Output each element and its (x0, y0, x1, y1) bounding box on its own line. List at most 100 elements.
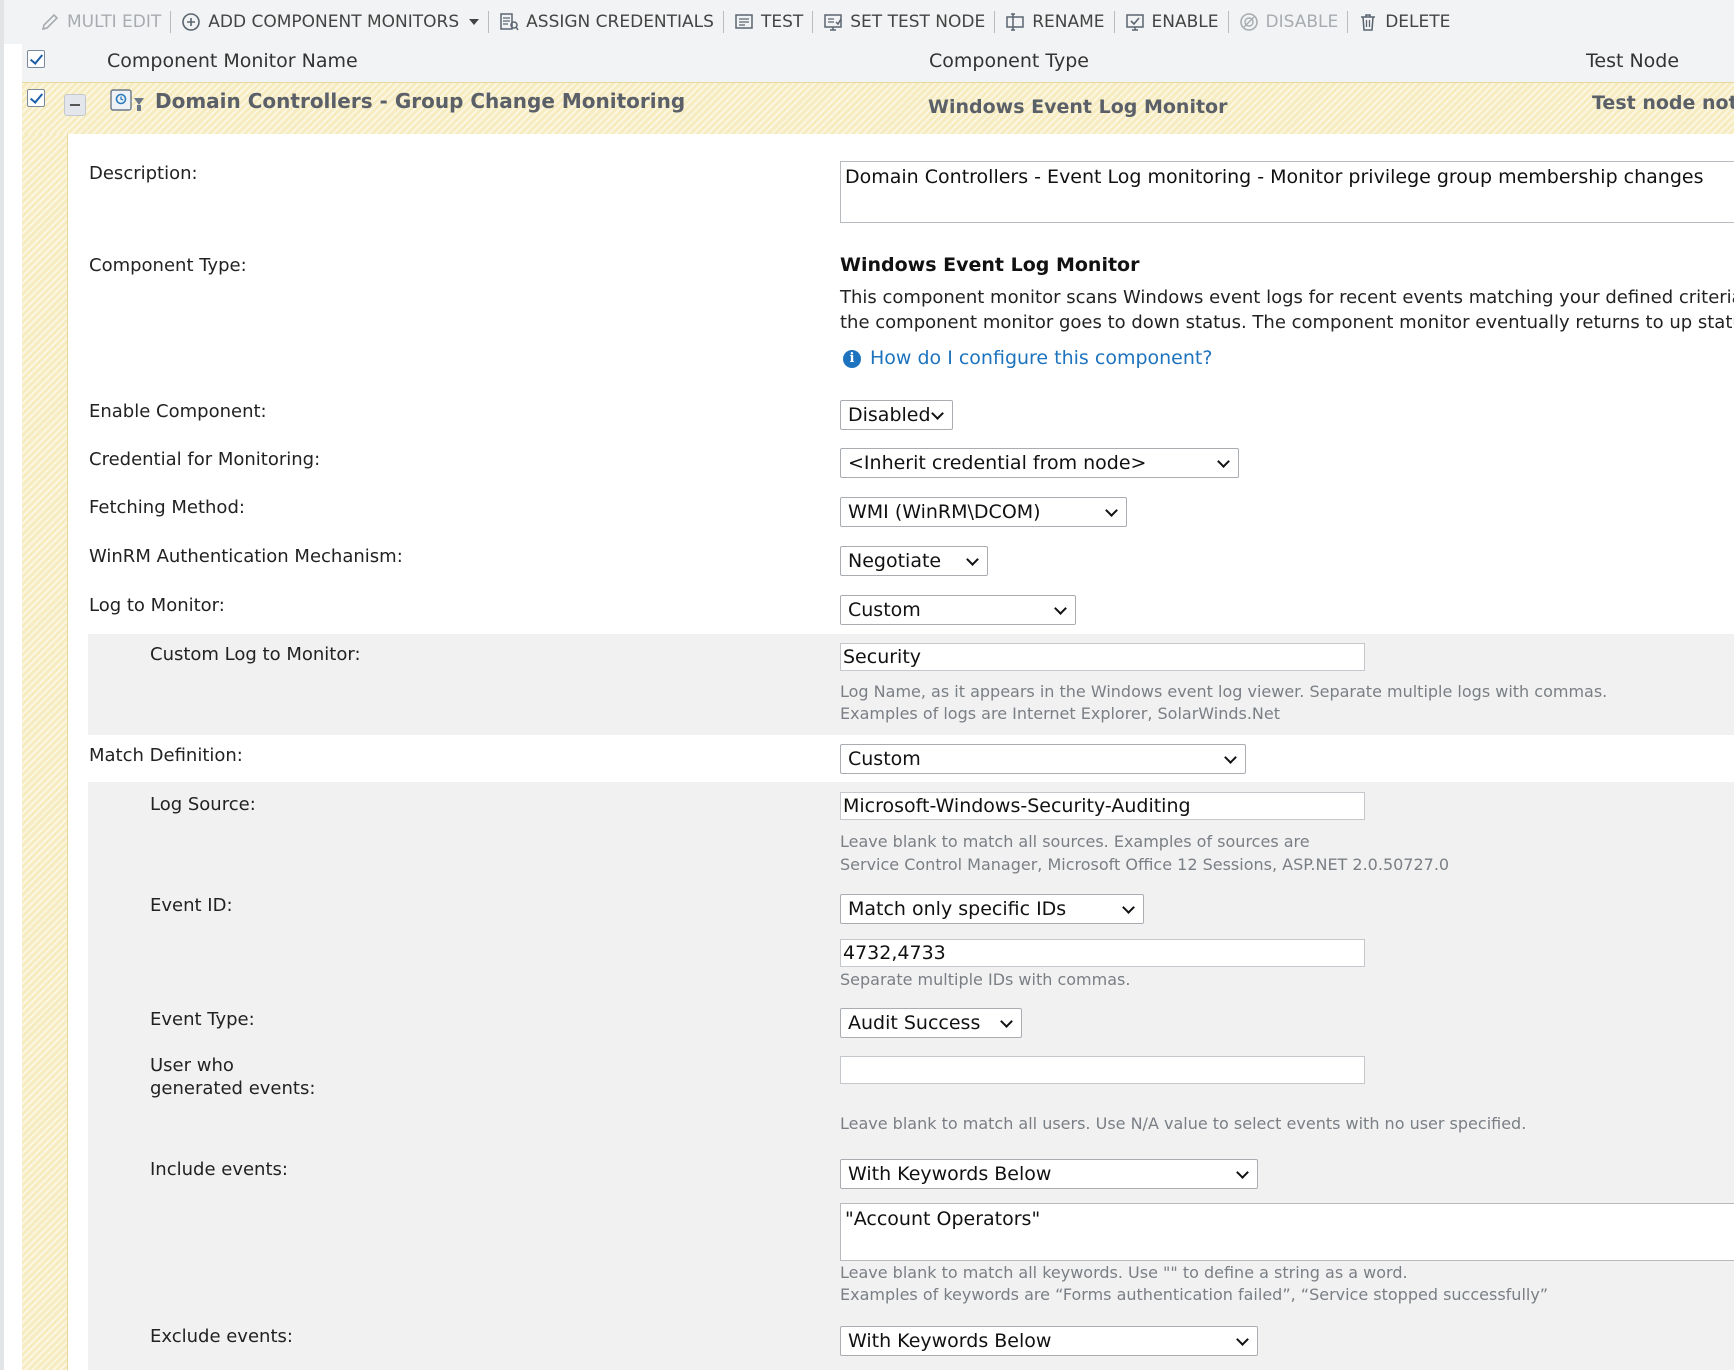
log-to-monitor-select[interactable]: Custom (840, 595, 1076, 625)
include-keywords-textarea[interactable]: "Account Operators" (840, 1203, 1734, 1261)
event-id-mode-value: Match only specific IDs (848, 898, 1067, 920)
rename-button[interactable]: RENAME (995, 0, 1113, 44)
assign-credentials-label: ASSIGN CREDENTIALS (526, 12, 714, 32)
add-circle-icon (182, 13, 201, 31)
test-button[interactable]: TEST (724, 0, 812, 44)
event-type-select[interactable]: Audit Success (840, 1008, 1022, 1038)
table-header-row: Component Monitor Name Component Type Te… (22, 44, 1734, 82)
set-test-node-button[interactable]: SET TEST NODE (813, 0, 994, 44)
component-name[interactable]: Domain Controllers - Group Change Monito… (155, 89, 685, 113)
component-type-description-line: the component monitor goes to down statu… (840, 312, 1734, 333)
pencil-icon (41, 13, 59, 31)
event-id-mode-select[interactable]: Match only specific IDs (840, 894, 1144, 924)
chevron-down-icon (1122, 901, 1135, 914)
row-checkbox[interactable] (27, 89, 45, 107)
include-events-mode: With Keywords Below (848, 1163, 1052, 1185)
chevron-down-icon (1054, 602, 1067, 615)
window-edge (0, 0, 4, 1370)
custom-log-label: Custom Log to Monitor: (150, 644, 361, 665)
set-test-node-label: SET TEST NODE (850, 12, 986, 32)
credential-select[interactable]: <Inherit credential from node> (840, 448, 1239, 478)
row-left-strip (22, 134, 68, 1370)
include-events-hint: Examples of keywords are “Forms authenti… (840, 1285, 1549, 1304)
assign-credentials-button[interactable]: ASSIGN CREDENTIALS (489, 0, 723, 44)
multi-edit-label: MULTI EDIT (67, 12, 162, 32)
user-label: User who (150, 1055, 234, 1076)
chevron-down-icon (966, 553, 979, 566)
log-source-hint: Service Control Manager, Microsoft Offic… (840, 855, 1450, 874)
match-definition-label: Match Definition: (89, 745, 243, 766)
log-source-input[interactable]: Microsoft-Windows-Security-Auditing (840, 792, 1365, 820)
enable-component-label: Enable Component: (89, 401, 267, 422)
winrm-auth-label: WinRM Authentication Mechanism: (89, 546, 403, 567)
match-definition-value: Custom (848, 748, 921, 770)
add-component-monitors-button[interactable]: ADD COMPONENT MONITORS (171, 0, 488, 44)
custom-log-hint: Log Name, as it appears in the Windows e… (840, 682, 1608, 701)
component-type-description-line: This component monitor scans Windows eve… (840, 287, 1734, 308)
winrm-auth-value: Negotiate (848, 550, 942, 572)
custom-log-input[interactable]: Security (840, 643, 1365, 671)
description-label: Description: (89, 163, 198, 184)
toolbar: MULTI EDIT ADD COMPONENT MONITORS ASSIGN… (4, 0, 1734, 44)
rename-label: RENAME (1032, 12, 1105, 32)
chevron-down-icon (1105, 504, 1118, 517)
test-label: TEST (760, 12, 804, 32)
chevron-down-icon (1236, 1333, 1249, 1346)
column-header-type[interactable]: Component Type (929, 50, 1089, 72)
custom-log-hint: Examples of logs are Internet Explorer, … (840, 704, 1281, 723)
add-component-monitors-label: ADD COMPONENT MONITORS (208, 12, 460, 32)
fetching-method-select[interactable]: WMI (WinRM\DCOM) (840, 497, 1127, 527)
exclude-events-label: Exclude events: (150, 1326, 293, 1347)
help-link[interactable]: How do I configure this component? (870, 347, 1212, 369)
description-textarea[interactable]: Domain Controllers - Event Log monitorin… (840, 161, 1734, 223)
event-type-value: Audit Success (848, 1012, 981, 1034)
disable-icon (1239, 13, 1258, 31)
chevron-down-icon (931, 407, 944, 420)
component-type: Windows Event Log Monitor (928, 96, 1228, 118)
user-hint: Leave blank to match all users. Use N/A … (840, 1114, 1527, 1133)
select-all-checkbox[interactable] (27, 50, 45, 68)
delete-label: DELETE (1385, 12, 1451, 32)
include-events-label: Include events: (150, 1159, 288, 1180)
enable-component-select[interactable]: Disabled (840, 400, 953, 430)
credential-value: <Inherit credential from node> (848, 452, 1147, 474)
enable-button[interactable]: ENABLE (1115, 0, 1228, 44)
chevron-down-icon (1217, 455, 1230, 468)
user-label: generated events: (150, 1078, 316, 1099)
chevron-down-icon (1224, 751, 1237, 764)
event-id-input[interactable]: 4732,4733 (840, 939, 1365, 967)
caret-down-icon (469, 19, 480, 25)
chevron-down-icon (1236, 1166, 1249, 1179)
info-icon: i (843, 350, 861, 368)
component-settings-form: Description: Domain Controllers - Event … (69, 134, 1734, 1370)
exclude-events-select[interactable]: With Keywords Below (840, 1326, 1258, 1356)
event-type-label: Event Type: (150, 1009, 255, 1030)
credentials-icon (500, 13, 519, 31)
chevron-down-icon (1000, 1015, 1013, 1028)
column-header-name[interactable]: Component Monitor Name (107, 50, 358, 72)
multi-edit-button[interactable]: MULTI EDIT (30, 0, 170, 44)
component-type-label: Component Type: (89, 255, 247, 276)
enable-icon (1125, 14, 1144, 31)
disable-label: DISABLE (1265, 12, 1339, 32)
event-id-hint: Separate multiple IDs with commas. (840, 970, 1131, 989)
disable-button[interactable]: DISABLE (1229, 0, 1348, 44)
event-id-label: Event ID: (150, 895, 233, 916)
column-header-test-node[interactable]: Test Node (1586, 50, 1679, 72)
enable-label: ENABLE (1151, 12, 1219, 32)
test-icon (735, 14, 753, 29)
set-test-node-icon (824, 14, 842, 31)
log-source-label: Log Source: (150, 794, 256, 815)
enable-component-value: Disabled (848, 404, 931, 426)
component-type-title: Windows Event Log Monitor (840, 254, 1140, 276)
match-definition-select[interactable]: Custom (840, 744, 1246, 774)
log-source-hint: Leave blank to match all sources. Exampl… (840, 832, 1310, 851)
delete-button[interactable]: DELETE (1348, 0, 1459, 44)
include-events-select[interactable]: With Keywords Below (840, 1159, 1258, 1189)
user-input[interactable] (840, 1056, 1365, 1084)
winrm-auth-select[interactable]: Negotiate (840, 546, 988, 576)
log-to-monitor-value: Custom (848, 599, 921, 621)
trash-icon (1361, 14, 1376, 31)
include-events-hint: Leave blank to match all keywords. Use "… (840, 1263, 1408, 1282)
collapse-icon[interactable] (64, 94, 86, 116)
